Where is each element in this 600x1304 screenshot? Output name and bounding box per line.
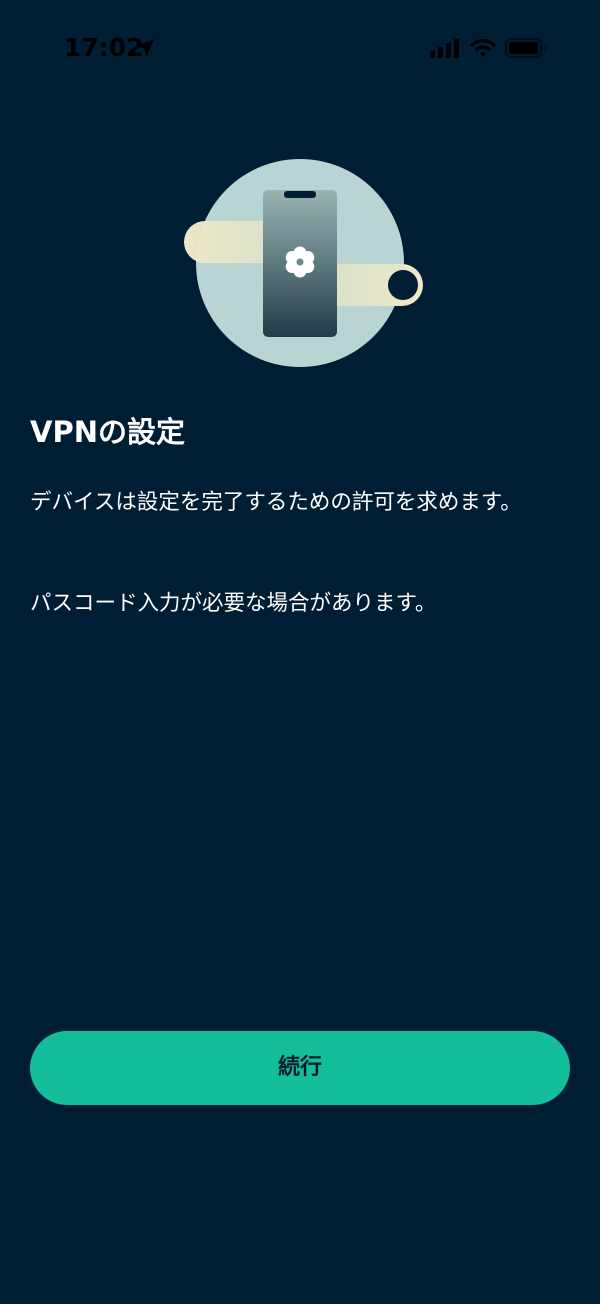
page-title: VPNの設定 <box>30 415 185 449</box>
permission-description: デバイスは設定を完了するための許可を求めます。 <box>30 490 522 515</box>
status-bar: 17:02 <box>0 0 600 96</box>
phone-settings-illustration <box>184 159 423 367</box>
passcode-note: パスコード入力が必要な場合があります。 <box>30 591 437 616</box>
location-arrow-icon <box>136 39 154 57</box>
cellular-signal-icon <box>430 39 459 58</box>
continue-button[interactable]: 続行 <box>30 1031 570 1105</box>
status-time: 17:02 <box>64 33 144 62</box>
wifi-icon <box>470 39 496 57</box>
battery-icon <box>505 38 546 58</box>
